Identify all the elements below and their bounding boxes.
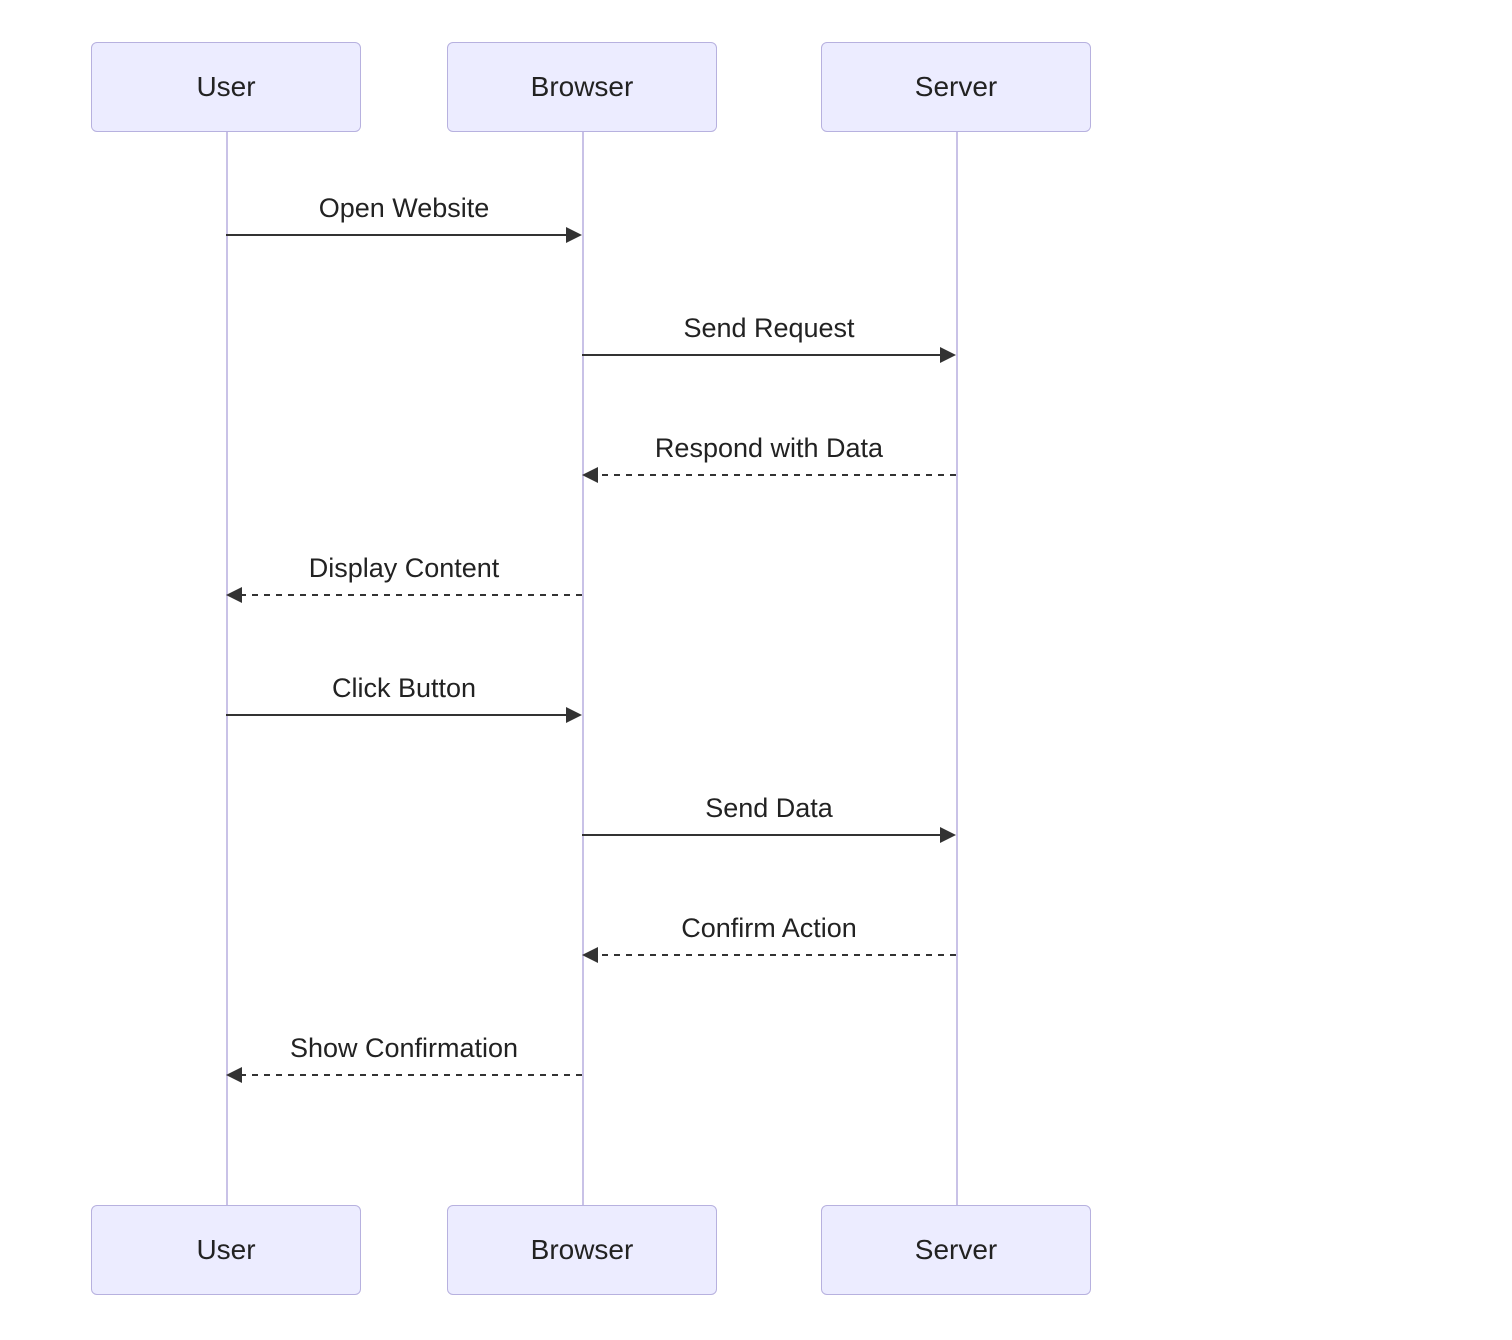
lifeline-user [226, 132, 228, 1205]
message-label-6: Confirm Action [681, 913, 857, 944]
actor-box-user-top: User [91, 42, 361, 132]
message-label-7: Show Confirmation [290, 1033, 518, 1064]
actor-box-server-bottom: Server [821, 1205, 1091, 1295]
message-label-0: Open Website [319, 193, 490, 224]
message-label-1: Send Request [683, 313, 854, 344]
message-label-2: Respond with Data [655, 433, 883, 464]
actor-box-server-top: Server [821, 42, 1091, 132]
actor-box-browser-top: Browser [447, 42, 717, 132]
actor-box-user-bottom: User [91, 1205, 361, 1295]
lifeline-server [956, 132, 958, 1205]
actor-box-browser-bottom: Browser [447, 1205, 717, 1295]
sequence-diagram: User User Browser Browser Server Server Open W… [0, 0, 1512, 1340]
message-label-5: Send Data [705, 793, 833, 824]
message-label-4: Click Button [332, 673, 476, 704]
message-label-3: Display Content [309, 553, 500, 584]
lifeline-browser [582, 132, 584, 1205]
